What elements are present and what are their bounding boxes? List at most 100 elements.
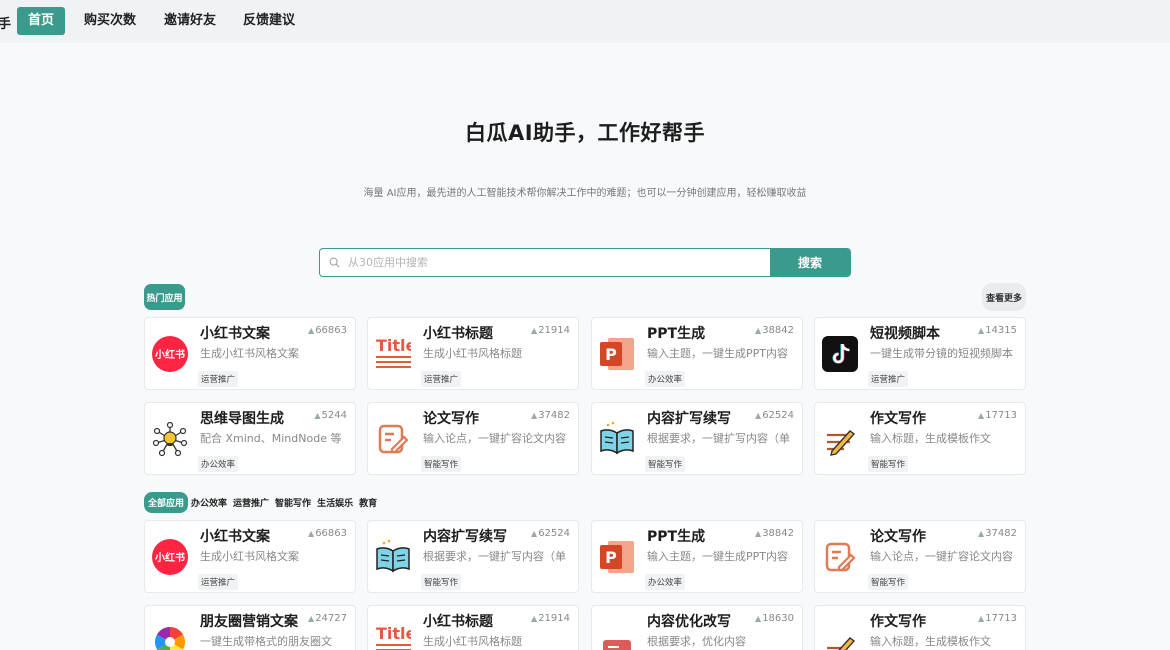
app-card[interactable]: Title 小红书标题 21914 生成小红书风格标题 xyxy=(367,605,579,650)
search-button[interactable]: 搜索 xyxy=(770,249,850,276)
usage-count: 38842 xyxy=(755,528,794,539)
pen-note-icon xyxy=(375,421,411,457)
pencil-lines-icon xyxy=(822,624,858,650)
nav-invite-friends[interactable]: 邀请好友 xyxy=(153,7,227,35)
app-description: 根据要求，一键扩写内容（单 xyxy=(423,550,566,563)
app-description: 生成小红书风格文案 xyxy=(200,550,299,563)
nav-buy-credits[interactable]: 购买次数 xyxy=(73,7,147,35)
category-filters: 全部应用 办公效率 运营推广 智能写作 生活娱乐 教育 xyxy=(144,491,383,513)
usage-count: 5244 xyxy=(314,410,347,421)
title-icon: Title xyxy=(375,336,411,372)
search-bar: 搜索 xyxy=(319,248,851,277)
app-card[interactable]: 思维导图生成 5244 配合 Xmind、MindNode 等 办公效率 xyxy=(144,402,356,475)
app-description: 根据要求，一键扩写内容（单 xyxy=(647,432,790,445)
app-tag: 智能写作 xyxy=(421,574,462,590)
app-description: 输入标题，生成模板作文 xyxy=(870,635,991,648)
app-card[interactable]: 内容扩写续写 62524 根据要求，一键扩写内容（单 智能写作 xyxy=(591,402,803,475)
app-card[interactable]: 小红书 小红书文案 66863 生成小红书风格文案 运营推广 xyxy=(144,317,356,390)
filter-lifestyle[interactable]: 生活娱乐 xyxy=(317,496,353,509)
app-tag: 运营推广 xyxy=(198,574,239,590)
page-subtitle: 海量 AI应用，最先进的人工智能技术帮你解决工作中的难题；也可以一分钟创建应用，… xyxy=(363,188,807,199)
filter-marketing[interactable]: 运营推广 xyxy=(233,496,269,509)
pen-note-icon xyxy=(822,539,858,575)
app-title: PPT生成 xyxy=(647,326,706,342)
app-title: 小红书文案 xyxy=(200,326,270,342)
usage-count: 21914 xyxy=(531,613,570,624)
usage-count: 66863 xyxy=(308,325,347,336)
usage-count: 21914 xyxy=(531,325,570,336)
app-card[interactable]: 作文写作 17713 输入标题，生成模板作文 智能写作 xyxy=(814,402,1026,475)
search-input[interactable] xyxy=(342,249,770,276)
app-title: 作文写作 xyxy=(870,411,926,427)
app-card[interactable]: 作文写作 17713 输入标题，生成模板作文 xyxy=(814,605,1026,650)
app-title: 思维导图生成 xyxy=(200,411,284,427)
filter-education[interactable]: 教育 xyxy=(359,496,377,509)
app-tag: 办公效率 xyxy=(645,574,686,590)
app-title: 作文写作 xyxy=(870,614,926,630)
app-card[interactable]: 论文写作 37482 输入论点，一键扩容论文内容 智能写作 xyxy=(367,402,579,475)
usage-count: 24727 xyxy=(308,613,347,624)
see-more-button[interactable]: 查看更多 xyxy=(982,283,1026,311)
xiaohongshu-icon: 小红书 xyxy=(152,336,188,372)
app-card[interactable]: 朋友圈营销文案 24727 一键生成带格式的朋友圈文 xyxy=(144,605,356,650)
app-card[interactable]: 内容扩写续写 62524 根据要求，一键扩写内容（单 智能写作 xyxy=(367,520,579,593)
app-title: 朋友圈营销文案 xyxy=(200,614,298,630)
filter-office[interactable]: 办公效率 xyxy=(191,496,227,509)
usage-count: 62524 xyxy=(531,528,570,539)
app-title: 内容扩写续写 xyxy=(423,529,507,545)
app-title: 内容优化改写 xyxy=(647,614,731,630)
app-tag: 办公效率 xyxy=(198,456,239,472)
app-description: 输入论点，一键扩容论文内容 xyxy=(870,550,1013,563)
app-description: 根据要求，优化内容 xyxy=(647,635,746,648)
app-title: 短视频脚本 xyxy=(870,326,940,342)
doc-edit-icon xyxy=(599,624,635,650)
mindmap-icon xyxy=(152,421,188,457)
app-card[interactable]: Title 小红书标题 21914 生成小红书风格标题 运营推广 xyxy=(367,317,579,390)
ppt-icon: P xyxy=(599,539,635,575)
filter-writing[interactable]: 智能写作 xyxy=(275,496,311,509)
svg-text:Title: Title xyxy=(376,336,411,355)
app-card[interactable]: 小红书 小红书文案 66863 生成小红书风格文案 运营推广 xyxy=(144,520,356,593)
app-description: 输入论点，一键扩容论文内容 xyxy=(423,432,566,445)
hot-apps-label: 热门应用 xyxy=(144,284,185,310)
app-tag: 智能写作 xyxy=(868,574,909,590)
xiaohongshu-icon: 小红书 xyxy=(152,539,188,575)
usage-count: 37482 xyxy=(531,410,570,421)
app-description: 输入主题，一键生成PPT内容 xyxy=(647,550,788,563)
brand-name: 手 xyxy=(0,17,12,32)
app-title: 小红书标题 xyxy=(423,326,493,342)
search-icon xyxy=(320,249,342,276)
app-card[interactable]: 短视频脚本 14315 一键生成带分镜的短视频脚本 运营推广 xyxy=(814,317,1026,390)
app-card[interactable]: 论文写作 37482 输入论点，一键扩容论文内容 智能写作 xyxy=(814,520,1026,593)
usage-count: 17713 xyxy=(978,613,1017,624)
app-description: 生成小红书风格标题 xyxy=(423,635,522,648)
app-card[interactable]: P PPT生成 38842 输入主题，一键生成PPT内容 办公效率 xyxy=(591,520,803,593)
usage-count: 38842 xyxy=(755,325,794,336)
app-title: 内容扩写续写 xyxy=(647,411,731,427)
app-tag: 办公效率 xyxy=(645,371,686,387)
app-tag: 智能写作 xyxy=(421,456,462,472)
app-description: 生成小红书风格标题 xyxy=(423,347,522,360)
usage-count: 17713 xyxy=(978,410,1017,421)
app-card[interactable]: P PPT生成 38842 输入主题，一键生成PPT内容 办公效率 xyxy=(591,317,803,390)
usage-count: 14315 xyxy=(978,325,1017,336)
usage-count: 37482 xyxy=(978,528,1017,539)
nav-feedback[interactable]: 反馈建议 xyxy=(232,7,306,35)
book-icon xyxy=(599,421,635,457)
usage-count: 66863 xyxy=(308,528,347,539)
app-description: 输入标题，生成模板作文 xyxy=(870,432,991,445)
app-title: 小红书文案 xyxy=(200,529,270,545)
book-icon xyxy=(375,539,411,575)
app-card[interactable]: 内容优化改写 18630 根据要求，优化内容 xyxy=(591,605,803,650)
app-description: 输入主题，一键生成PPT内容 xyxy=(647,347,788,360)
top-navigation: 手 首页 购买次数 邀请好友 反馈建议 xyxy=(0,0,1170,43)
filter-all[interactable]: 全部应用 xyxy=(144,491,189,513)
app-description: 生成小红书风格文案 xyxy=(200,347,299,360)
title-icon: Title xyxy=(375,624,411,650)
usage-count: 18630 xyxy=(755,613,794,624)
app-tag: 运营推广 xyxy=(868,371,909,387)
tiktok-icon xyxy=(822,336,858,372)
svg-text:小红书: 小红书 xyxy=(154,551,185,564)
aperture-icon xyxy=(152,624,188,650)
nav-home[interactable]: 首页 xyxy=(17,7,66,35)
